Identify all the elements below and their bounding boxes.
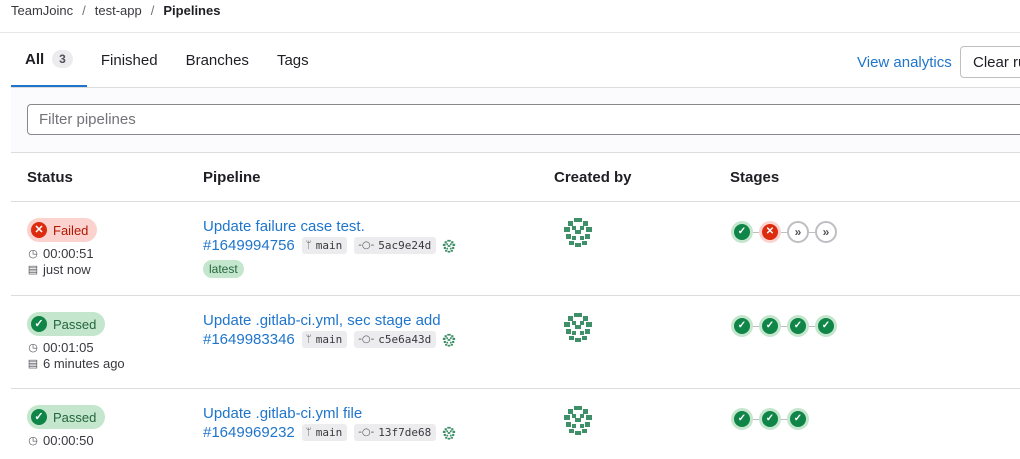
stage-success-icon[interactable]: ✓ xyxy=(731,408,753,430)
commit-sha[interactable]: -○- c5e6a43d xyxy=(354,331,437,348)
stages-column-header: Stages xyxy=(730,169,780,186)
branch-ref[interactable]: ᛘ main xyxy=(301,237,348,254)
duration-text: 00:00:51 xyxy=(43,246,94,261)
created-by-column-header: Created by xyxy=(554,169,632,186)
breadcrumb: TeamJoinc / test-app / Pipelines xyxy=(11,3,220,18)
breadcrumb-separator: / xyxy=(150,3,155,18)
branch-icon: ᛘ xyxy=(305,427,312,438)
commit-sha[interactable]: -○- 5ac9e24d xyxy=(354,237,437,254)
breadcrumb-project[interactable]: test-app xyxy=(95,3,142,18)
view-analytics-link[interactable]: View analytics xyxy=(857,54,952,71)
branch-ref[interactable]: ᛘ main xyxy=(301,424,348,441)
calendar-icon: ▤ xyxy=(27,358,39,370)
pipeline-row: ✓ Passed ◷ 00:01:05 ▤ 6 minutes ago Update … xyxy=(11,296,1020,389)
status-passed-icon: ✓ xyxy=(31,316,47,332)
tab-finished[interactable]: Finished xyxy=(87,33,172,87)
tab-tags[interactable]: Tags xyxy=(263,33,323,87)
duration-text: 00:00:50 xyxy=(43,433,94,448)
pipeline-stages: ✓ ✓ ✓ xyxy=(731,408,809,430)
pipeline-id-link[interactable]: #1649969232 xyxy=(203,424,295,441)
breadcrumb-group[interactable]: TeamJoinc xyxy=(11,3,73,18)
tab-all-count: 3 xyxy=(52,50,73,68)
stage-skipped-icon[interactable]: » xyxy=(815,221,837,243)
pipeline-row: ✕ Failed ◷ 00:00:51 ▤ just now Update failu… xyxy=(11,201,1020,296)
stage-success-icon[interactable]: ✓ xyxy=(787,408,809,430)
commit-icon: -○- xyxy=(358,240,375,251)
pipeline-details: #1649983346 ᛘ main -○- c5e6a43d xyxy=(203,331,456,348)
branch-name: main xyxy=(315,426,343,439)
tab-all[interactable]: All 3 xyxy=(11,33,87,87)
finished-text: 6 minutes ago xyxy=(43,356,125,371)
stage-success-icon[interactable]: ✓ xyxy=(815,315,837,337)
duration-text: 00:01:05 xyxy=(43,340,94,355)
table-header: Status Pipeline Created by Stages xyxy=(11,152,1020,202)
tab-all-label: All xyxy=(25,50,45,68)
pipeline-finished-time: ▤ 6 minutes ago xyxy=(27,356,125,371)
branch-icon: ᛘ xyxy=(305,240,312,251)
branch-name: main xyxy=(315,333,343,346)
pipeline-commit-title-link[interactable]: Update .gitlab-ci.yml, sec stage add xyxy=(203,312,441,329)
pipeline-duration: ◷ 00:01:05 xyxy=(27,340,94,355)
pipeline-tabs: All 3 Finished Branches Tags xyxy=(11,33,323,88)
pipeline-duration: ◷ 00:00:51 xyxy=(27,246,94,261)
status-badge[interactable]: ✓ Passed xyxy=(27,312,106,336)
pipeline-stages: ✓ ✕ » » xyxy=(731,221,837,243)
pipeline-stages: ✓ ✓ ✓ ✓ xyxy=(731,315,837,337)
branch-icon: ᛘ xyxy=(305,334,312,345)
clear-runner-caches-button[interactable]: Clear ru xyxy=(960,46,1020,78)
timer-icon: ◷ xyxy=(28,248,38,260)
pipeline-id-link[interactable]: #1649994756 xyxy=(203,237,295,254)
commit-icon: -○- xyxy=(358,334,375,345)
commit-author-avatar[interactable] xyxy=(442,333,456,347)
filter-pipelines-input[interactable] xyxy=(27,104,1020,135)
pipeline-duration: ◷ 00:00:50 xyxy=(27,433,94,448)
avatar[interactable] xyxy=(562,216,594,248)
commit-sha-text: c5e6a43d xyxy=(378,333,432,346)
status-failed-icon: ✕ xyxy=(31,222,47,238)
timer-icon: ◷ xyxy=(28,342,38,354)
avatar[interactable] xyxy=(562,404,594,436)
pipeline-details: #1649969232 ᛘ main -○- 13f7de68 xyxy=(203,424,456,441)
stage-success-icon[interactable]: ✓ xyxy=(731,221,753,243)
status-badge[interactable]: ✓ Passed xyxy=(27,405,106,429)
status-label: Failed xyxy=(53,222,89,238)
commit-sha-text: 13f7de68 xyxy=(378,426,432,439)
stage-success-icon[interactable]: ✓ xyxy=(759,408,781,430)
pipeline-commit-title-link[interactable]: Update failure case test. xyxy=(203,218,365,235)
pipeline-finished-time: ▤ just now xyxy=(27,262,91,277)
stage-success-icon[interactable]: ✓ xyxy=(787,315,809,337)
finished-text: just now xyxy=(43,262,91,277)
breadcrumb-separator: / xyxy=(82,3,86,18)
status-passed-icon: ✓ xyxy=(31,409,47,425)
pipeline-details: #1649994756 ᛘ main -○- 5ac9e24d xyxy=(203,237,456,254)
pipeline-row: ✓ Passed ◷ 00:00:50 Update .gitlab-ci.yml … xyxy=(11,389,1020,459)
stage-success-icon[interactable]: ✓ xyxy=(759,315,781,337)
pipeline-column-header: Pipeline xyxy=(203,169,261,186)
commit-sha-text: 5ac9e24d xyxy=(378,239,432,252)
stage-success-icon[interactable]: ✓ xyxy=(731,315,753,337)
branch-name: main xyxy=(315,239,343,252)
commit-author-avatar[interactable] xyxy=(442,426,456,440)
branch-ref[interactable]: ᛘ main xyxy=(301,331,348,348)
pipeline-id-link[interactable]: #1649983346 xyxy=(203,331,295,348)
pipeline-commit-title-link[interactable]: Update .gitlab-ci.yml file xyxy=(203,405,362,422)
tab-branches[interactable]: Branches xyxy=(172,33,263,87)
status-badge[interactable]: ✕ Failed xyxy=(27,218,98,242)
breadcrumb-current[interactable]: Pipelines xyxy=(163,3,220,18)
status-column-header: Status xyxy=(27,169,73,186)
commit-author-avatar[interactable] xyxy=(442,239,456,253)
commit-sha[interactable]: -○- 13f7de68 xyxy=(354,424,437,441)
status-label: Passed xyxy=(53,409,97,425)
stage-failed-icon[interactable]: ✕ xyxy=(759,221,781,243)
timer-icon: ◷ xyxy=(28,435,38,447)
latest-badge: latest xyxy=(203,260,244,278)
calendar-icon: ▤ xyxy=(27,264,39,276)
status-label: Passed xyxy=(53,316,97,332)
avatar[interactable] xyxy=(562,311,594,343)
stage-skipped-icon[interactable]: » xyxy=(787,221,809,243)
commit-icon: -○- xyxy=(358,427,375,438)
